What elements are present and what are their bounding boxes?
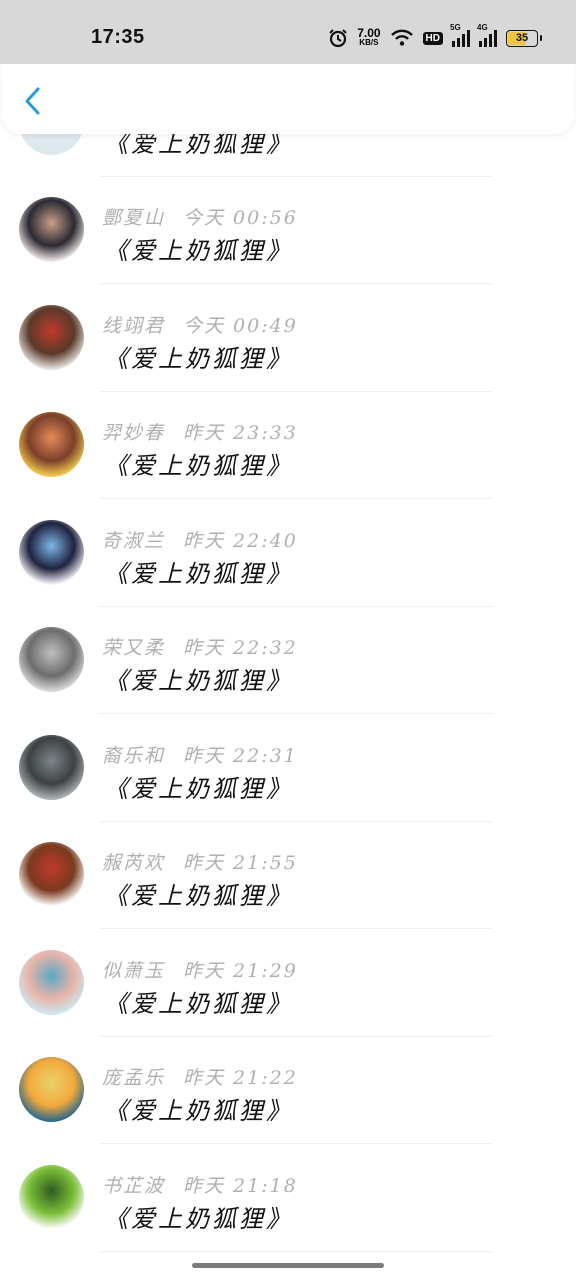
user-name: 酆夏山 bbox=[102, 207, 166, 229]
battery-icon: 35 bbox=[506, 29, 542, 47]
user-name: 线翊君 bbox=[102, 314, 166, 337]
list-item[interactable]: 酆夏山 今天 00:56 《爱上奶狐狸》 bbox=[0, 177, 576, 284]
top-bar bbox=[2, 64, 574, 134]
network-speed-value: 7.00 bbox=[357, 26, 381, 40]
item-title: 《爱上奶狐狸》 bbox=[104, 344, 293, 373]
battery-percent: 35 bbox=[515, 32, 529, 44]
home-indicator[interactable] bbox=[192, 1263, 384, 1268]
alarm-icon bbox=[328, 28, 348, 48]
timestamp: 昨天 21:55 bbox=[183, 852, 298, 874]
list-item[interactable]: 荣又柔 昨天 22:32 《爱上奶狐狸》 bbox=[0, 607, 576, 714]
list-item[interactable]: 似萧玉 昨天 21:29 《爱上奶狐狸》 bbox=[0, 930, 576, 1037]
message-list[interactable]: 《爱上奶狐狸》 酆夏山 今天 00:56 《爱上奶狐狸》 线翊君 今天 00:49 《爱上… bbox=[0, 0, 576, 1280]
list-item[interactable]: 庞孟乐 昨天 21:22 《爱上奶狐狸》 bbox=[0, 1037, 576, 1144]
timestamp: 今天 00:56 bbox=[183, 207, 298, 229]
list-item[interactable]: 羿妙春 昨天 23:33 《爱上奶狐狸》 bbox=[0, 392, 576, 499]
item-title: 《爱上奶狐狸》 bbox=[104, 452, 293, 480]
user-name: 书芷波 bbox=[102, 1174, 166, 1197]
item-meta: 线翊君 今天 00:49 bbox=[102, 311, 298, 338]
avatar[interactable] bbox=[19, 627, 84, 692]
item-title: 《爱上奶狐狸》 bbox=[104, 237, 293, 265]
timestamp: 昨天 21:29 bbox=[183, 959, 298, 982]
list-item[interactable]: 赧芮欢 昨天 21:55 《爱上奶狐狸》 bbox=[0, 822, 576, 929]
item-meta: 赧芮欢 昨天 21:55 bbox=[102, 848, 298, 875]
avatar[interactable] bbox=[19, 734, 84, 800]
wifi-icon bbox=[390, 29, 414, 47]
divider bbox=[100, 1250, 492, 1252]
item-title: 《爱上奶狐狸》 bbox=[104, 1097, 293, 1125]
user-name: 庞孟乐 bbox=[102, 1067, 166, 1089]
user-name: 裔乐和 bbox=[102, 744, 166, 767]
status-bar: 17:35 7.00 KB/S HD 5G 4G 35 bbox=[0, 0, 576, 64]
item-meta: 书芷波 昨天 21:18 bbox=[102, 1171, 298, 1198]
item-meta: 奇淑兰 昨天 22:40 bbox=[102, 526, 298, 553]
item-title: 《爱上奶狐狸》 bbox=[104, 882, 293, 910]
item-meta: 庞孟乐 昨天 21:22 bbox=[102, 1063, 298, 1090]
avatar[interactable] bbox=[19, 519, 84, 585]
network-speed-unit: KB/S bbox=[359, 38, 379, 47]
user-name: 似萧玉 bbox=[102, 959, 166, 982]
item-title: 《爱上奶狐狸》 bbox=[104, 774, 293, 803]
avatar[interactable] bbox=[19, 304, 84, 370]
user-name: 奇淑兰 bbox=[102, 529, 166, 552]
chevron-left-icon bbox=[25, 87, 40, 115]
avatar[interactable] bbox=[19, 197, 84, 262]
timestamp: 昨天 21:22 bbox=[183, 1067, 298, 1089]
avatar[interactable] bbox=[19, 949, 84, 1015]
item-title: 《爱上奶狐狸》 bbox=[104, 559, 293, 588]
avatar[interactable] bbox=[19, 412, 84, 477]
user-name: 荣又柔 bbox=[102, 637, 166, 659]
hd-badge: HD bbox=[422, 31, 443, 45]
timestamp: 昨天 22:31 bbox=[183, 744, 298, 767]
back-button[interactable] bbox=[18, 84, 48, 118]
signal-4g-label: 4G bbox=[477, 23, 488, 32]
list-item[interactable]: 奇淑兰 昨天 22:40 《爱上奶狐狸》 bbox=[0, 500, 576, 607]
item-title: 《爱上奶狐狸》 bbox=[104, 1204, 293, 1233]
item-title: 《爱上奶狐狸》 bbox=[104, 667, 293, 695]
item-meta: 荣又柔 昨天 22:32 bbox=[102, 633, 298, 660]
item-title: 《爱上奶狐狸》 bbox=[104, 989, 293, 1018]
item-meta: 裔乐和 昨天 22:31 bbox=[102, 741, 298, 768]
timestamp: 昨天 23:33 bbox=[183, 422, 298, 444]
signal-5g-label: 5G bbox=[450, 23, 461, 32]
user-name: 赧芮欢 bbox=[102, 852, 166, 874]
avatar[interactable] bbox=[19, 1164, 84, 1230]
timestamp: 今天 00:49 bbox=[183, 314, 298, 337]
timestamp: 昨天 22:40 bbox=[183, 529, 298, 552]
avatar[interactable] bbox=[19, 1057, 84, 1122]
avatar[interactable] bbox=[19, 842, 84, 907]
status-time: 17:35 bbox=[91, 26, 145, 48]
item-meta: 羿妙春 昨天 23:33 bbox=[102, 418, 298, 445]
item-meta: 酆夏山 今天 00:56 bbox=[102, 203, 298, 230]
item-meta: 似萧玉 昨天 21:29 bbox=[102, 956, 298, 983]
timestamp: 昨天 21:18 bbox=[183, 1174, 298, 1197]
list-item[interactable]: 书芷波 昨天 21:18 《爱上奶狐狸》 bbox=[0, 1145, 576, 1252]
list-item[interactable]: 裔乐和 昨天 22:31 《爱上奶狐狸》 bbox=[0, 715, 576, 822]
user-name: 羿妙春 bbox=[102, 422, 166, 444]
signal-4g-icon: 4G bbox=[477, 23, 497, 47]
list-item[interactable]: 线翊君 今天 00:49 《爱上奶狐狸》 bbox=[0, 285, 576, 392]
network-speed: 7.00 KB/S bbox=[357, 26, 381, 48]
signal-5g-icon: 5G bbox=[450, 23, 470, 47]
timestamp: 昨天 22:32 bbox=[183, 637, 298, 659]
